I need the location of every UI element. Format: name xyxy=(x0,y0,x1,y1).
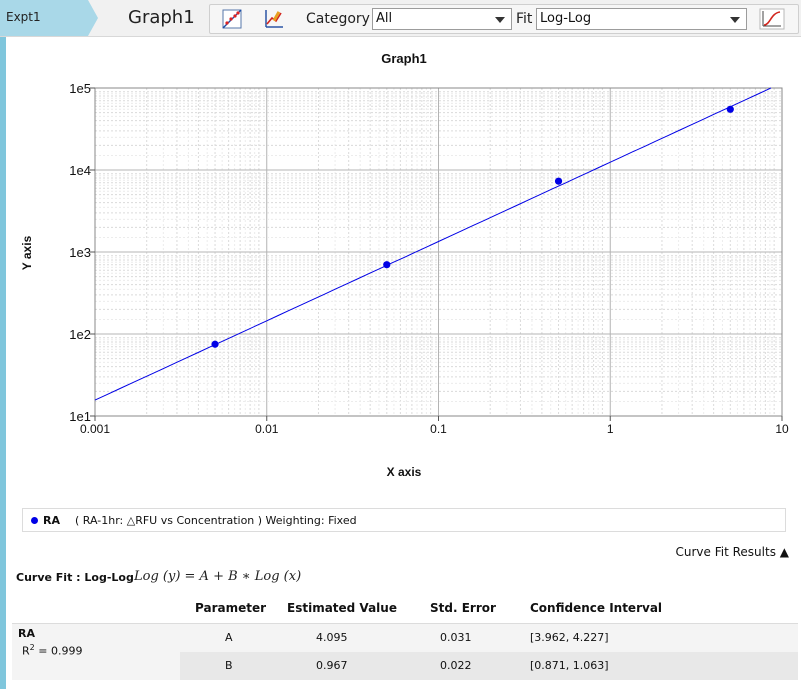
r-squared-value: = 0.999 xyxy=(34,644,83,658)
header-std-error: Std. Error xyxy=(430,601,496,615)
fit-equation: Log (y) = A + B ∗ Log (x) xyxy=(134,569,302,584)
x-tick-label: 0.01 xyxy=(255,422,279,436)
breadcrumb-label: Expt1 xyxy=(6,10,41,24)
grid xyxy=(94,88,782,417)
breadcrumb-expt[interactable]: Expt1 xyxy=(0,0,98,36)
legend-description: ( RA-1hr: △RFU vs Concentration ) Weight… xyxy=(75,514,357,527)
legend-series-name: RA xyxy=(43,514,60,527)
cell-stderr: 0.022 xyxy=(440,659,472,672)
cell-value: 4.095 xyxy=(316,631,348,644)
fit-value: Log-Log xyxy=(540,11,592,26)
graph-toolbar: Category All Fit Log-Log xyxy=(209,4,799,34)
y-tick-label: 1e4 xyxy=(69,163,91,178)
cell-stderr: 0.031 xyxy=(440,631,472,644)
data-point xyxy=(383,261,391,269)
chart-title: Graph1 xyxy=(381,51,427,66)
data-points xyxy=(211,105,734,348)
data-point xyxy=(726,105,734,113)
chevron-down-icon xyxy=(730,17,740,23)
y-tick-label: 1e5 xyxy=(69,81,91,96)
chevron-down-icon xyxy=(495,17,505,23)
category-label: Category xyxy=(306,11,370,27)
cell-param: A xyxy=(225,631,233,644)
legend-marker xyxy=(31,517,38,524)
r-squared: R2 = 0.999 xyxy=(22,643,82,658)
cell-ci: [3.962, 4.227] xyxy=(530,631,609,644)
fit-line-layer xyxy=(94,87,772,401)
header-parameter: Parameter xyxy=(195,601,267,615)
edit-chart-icon[interactable] xyxy=(262,8,286,30)
table-row[interactable]: B 0.967 0.022 [0.871, 1.063] xyxy=(180,652,798,680)
curve-fit-heading: Curve Fit : Log-Log xyxy=(16,571,134,584)
r-squared-symbol: R xyxy=(22,644,30,658)
curve-fit-title: Curve Fit : Log-Log xyxy=(16,571,134,584)
fit-label: Fit xyxy=(516,11,533,27)
x-tick-label: 10 xyxy=(775,422,789,436)
scatter-chart-icon[interactable] xyxy=(220,8,244,30)
category-value: All xyxy=(376,11,393,26)
cell-ci: [0.871, 1.063] xyxy=(530,659,609,672)
top-bar: Expt1 Graph1 Category All Fit Log-Log xyxy=(0,0,801,37)
graph-title-tab: Graph1 xyxy=(128,7,195,28)
header-estimated-value: Estimated Value xyxy=(287,601,397,615)
x-tick-label: 0.1 xyxy=(430,422,447,436)
y-tick-label: 1e2 xyxy=(69,327,91,342)
cell-param: B xyxy=(225,659,233,672)
table-row[interactable]: A 4.095 0.031 [3.962, 4.227] xyxy=(180,623,798,652)
series-label-block: RA R2 = 0.999 xyxy=(12,623,180,680)
axis-ticks: 0.001 0.01 0.1 1 10 1e1 1e2 1e3 1e4 1e5 xyxy=(69,81,789,436)
x-tick-label: 1 xyxy=(607,422,614,436)
fit-select[interactable]: Log-Log xyxy=(536,8,747,30)
category-select[interactable]: All xyxy=(372,8,512,30)
series-label: RA xyxy=(18,627,35,640)
y-tick-label: 1e3 xyxy=(69,245,91,260)
y-axis-label: Y axis xyxy=(20,235,34,270)
curve-fit-results-toggle[interactable]: Curve Fit Results ▲ xyxy=(676,545,789,559)
x-axis-label: X axis xyxy=(387,465,422,479)
chart: Graph1 0.001 0.01 0.1 1 10 1e1 1e2 1e3 1e4 1e5 X … xyxy=(20,51,789,479)
y-tick-label: 1e1 xyxy=(69,409,91,424)
legend: RA ( RA-1hr: △RFU vs Concentration ) Wei… xyxy=(22,508,786,532)
x-tick-label: 0.001 xyxy=(80,422,110,436)
fit-line xyxy=(94,87,772,401)
header-confidence-interval: Confidence Interval xyxy=(530,601,663,615)
sigmoid-curve-icon[interactable] xyxy=(758,8,786,30)
data-point xyxy=(211,340,219,348)
data-point xyxy=(554,177,563,185)
cell-value: 0.967 xyxy=(316,659,348,672)
